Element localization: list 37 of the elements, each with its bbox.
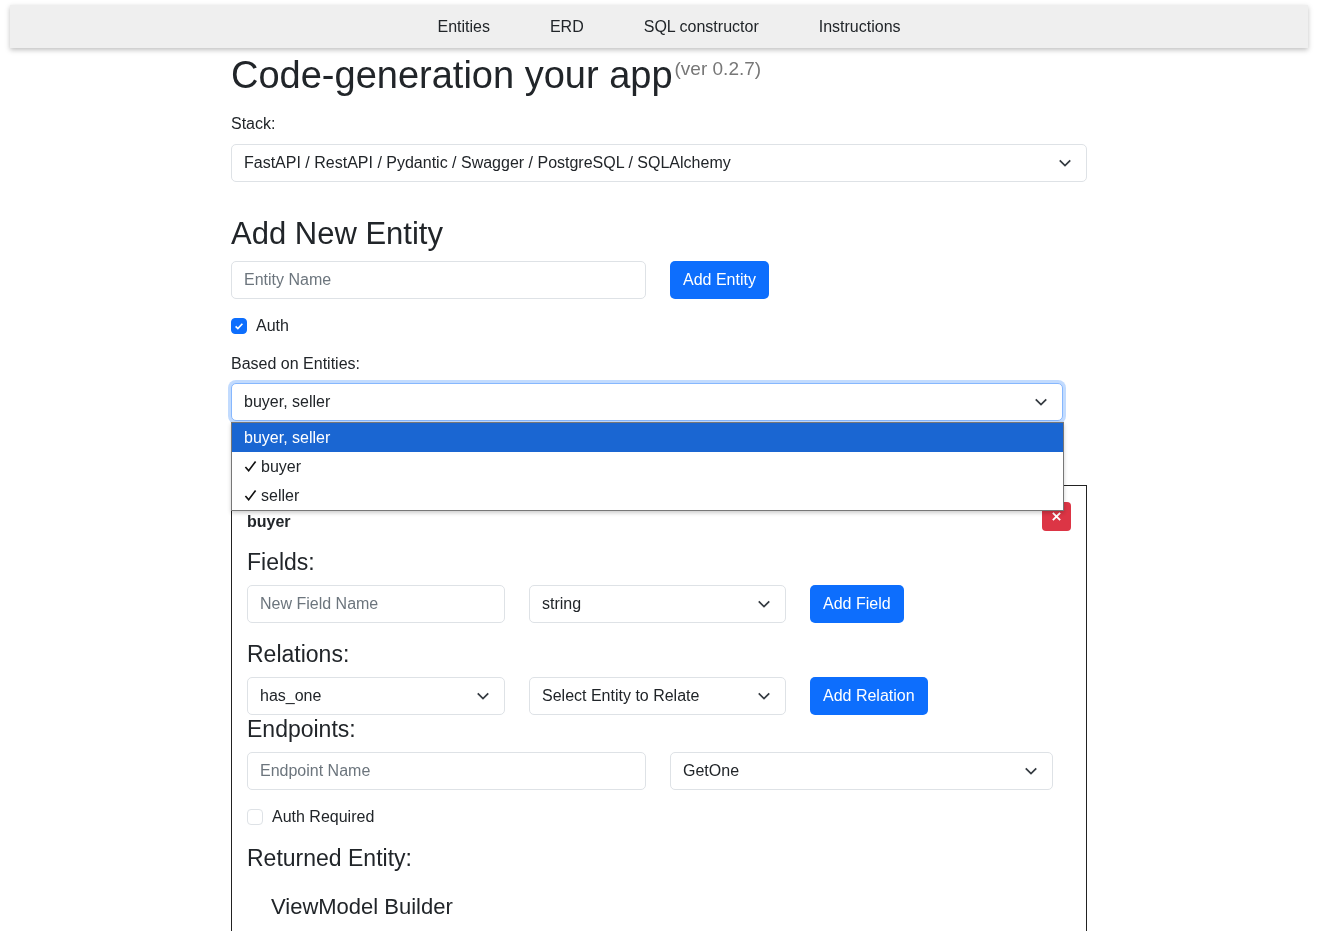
nav-link[interactable]: Instructions <box>788 17 931 36</box>
stack-select[interactable]: FastAPI / RestAPI / Pydantic / Swagger / PostgreSQL / SQLAlchemy <box>231 144 1087 182</box>
nav-link[interactable]: Entities <box>407 17 520 36</box>
dropdown-option[interactable]: buyer, seller <box>232 423 1063 452</box>
dropdown-option[interactable]: buyer <box>232 452 1063 481</box>
auth-required-label: Auth Required <box>272 808 375 826</box>
endpoint-name-field[interactable]: Endpoint Name <box>247 752 646 790</box>
entity-name: buyer <box>247 512 291 531</box>
section-heading: Add New Entity <box>231 216 444 252</box>
endpoint-method-select[interactable]: GetOne <box>670 752 1053 790</box>
relation-type-select[interactable]: has_one <box>247 677 505 715</box>
page-title: Code-generation your app <box>231 54 673 96</box>
auth-required-checkbox[interactable] <box>247 809 263 825</box>
relations-heading: Relations: <box>247 640 351 668</box>
add-entity-button[interactable]: Add Entity <box>670 261 769 299</box>
add-relation-button[interactable]: Add Relation <box>810 677 928 715</box>
nav-link[interactable]: SQL constructor <box>613 17 789 36</box>
returned-entity-heading: Returned Entity: <box>247 844 413 872</box>
endpoints-heading: Endpoints: <box>247 715 357 743</box>
field-type-select[interactable]: string <box>529 585 786 623</box>
auth-checkbox[interactable] <box>231 318 247 334</box>
check-icon <box>244 489 257 502</box>
version-label: (ver 0.2.7) <box>674 58 762 79</box>
stack-label: Stack: <box>231 115 277 133</box>
viewmodel-builder-heading: ViewModel Builder <box>271 894 454 920</box>
relate-entity-select[interactable]: Select Entity to Relate <box>529 677 786 715</box>
auth-label: Auth <box>256 317 289 335</box>
fields-heading: Fields: <box>247 548 316 576</box>
based-on-label: Based on Entities: <box>231 355 361 373</box>
dropdown-option[interactable]: seller <box>232 481 1063 510</box>
add-field-button[interactable]: Add Field <box>810 585 904 623</box>
checkmark-icon <box>233 320 245 332</box>
entity-name-field[interactable]: Entity Name <box>231 261 646 299</box>
field-name-field[interactable]: New Field Name <box>247 585 505 623</box>
nav-link[interactable]: ERD <box>519 17 614 36</box>
check-icon <box>244 460 257 473</box>
based-on-select[interactable]: buyer, seller <box>231 383 1063 421</box>
